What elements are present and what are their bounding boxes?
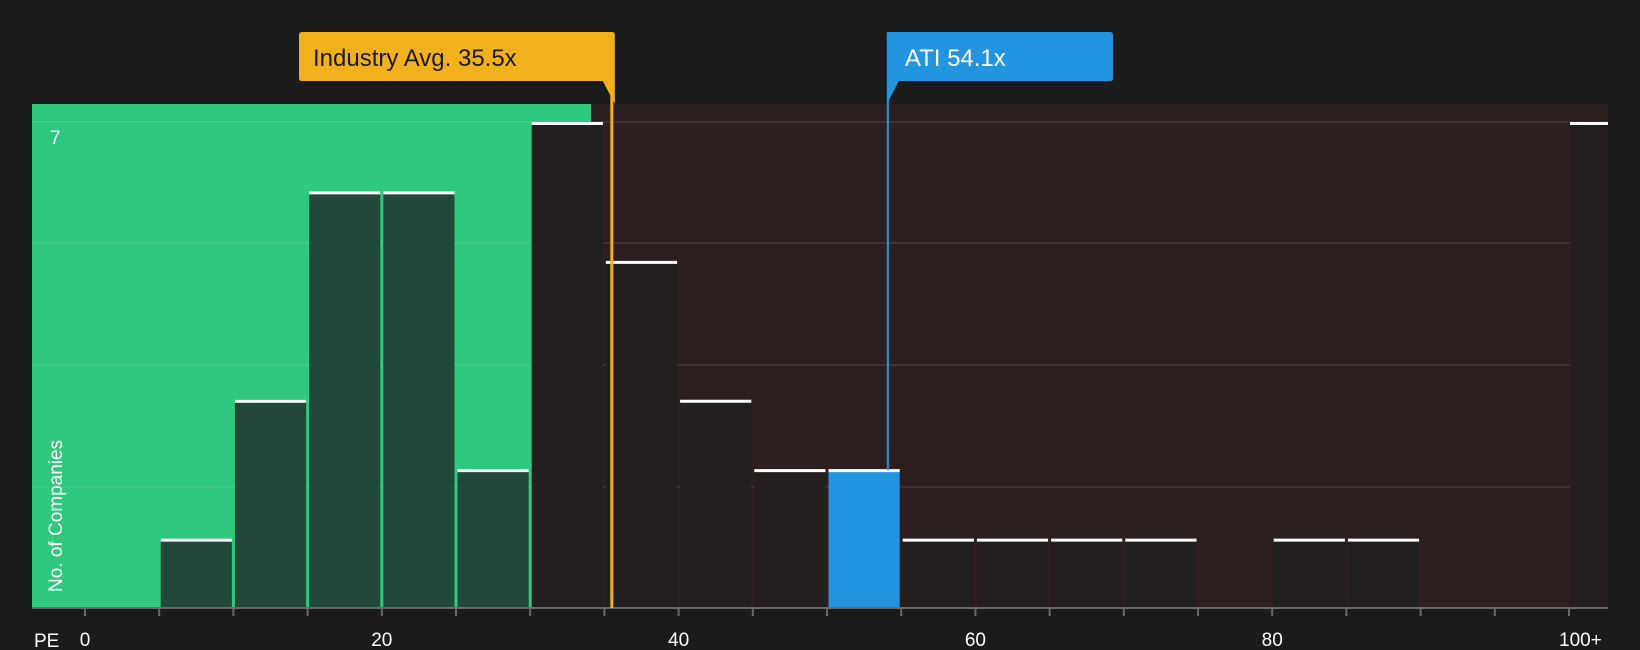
histogram-bar <box>309 191 381 608</box>
histogram-bar <box>1125 538 1197 608</box>
pe-distribution-chart: 7 No. of Companies PE 0 20 40 60 80 100+ Indu… <box>0 0 1640 650</box>
histogram-bar <box>754 469 826 608</box>
histogram-bar <box>902 538 974 608</box>
x-tick-label: 100+ <box>1559 630 1602 650</box>
histogram-bar <box>160 538 232 608</box>
histogram-bar <box>680 399 752 608</box>
histogram-bar <box>383 191 455 608</box>
x-tick-label: 20 <box>371 630 392 650</box>
y-axis-label: No. of Companies <box>46 440 67 592</box>
x-tick-label: 0 <box>80 630 91 650</box>
histogram-bar <box>457 469 529 608</box>
histogram-bar <box>1273 538 1345 608</box>
x-tick-label: 80 <box>1262 630 1283 650</box>
industry-average-label: Industry Avg. 35.5x <box>313 45 517 72</box>
company-pe-label: ATI 54.1x <box>905 45 1006 72</box>
x-tick-label: 60 <box>965 630 986 650</box>
histogram-bar <box>531 122 603 608</box>
histogram-bar <box>605 260 678 608</box>
histogram-bar <box>1347 538 1420 608</box>
x-axis-label: PE <box>34 631 59 650</box>
y-max-label: 7 <box>50 128 61 149</box>
histogram-bar <box>976 538 1049 608</box>
x-tick-label: 40 <box>668 630 689 650</box>
company-bin-bar <box>828 469 900 608</box>
histogram-bar <box>1570 122 1608 608</box>
histogram-bar <box>1051 538 1123 608</box>
histogram-bar <box>234 399 307 608</box>
